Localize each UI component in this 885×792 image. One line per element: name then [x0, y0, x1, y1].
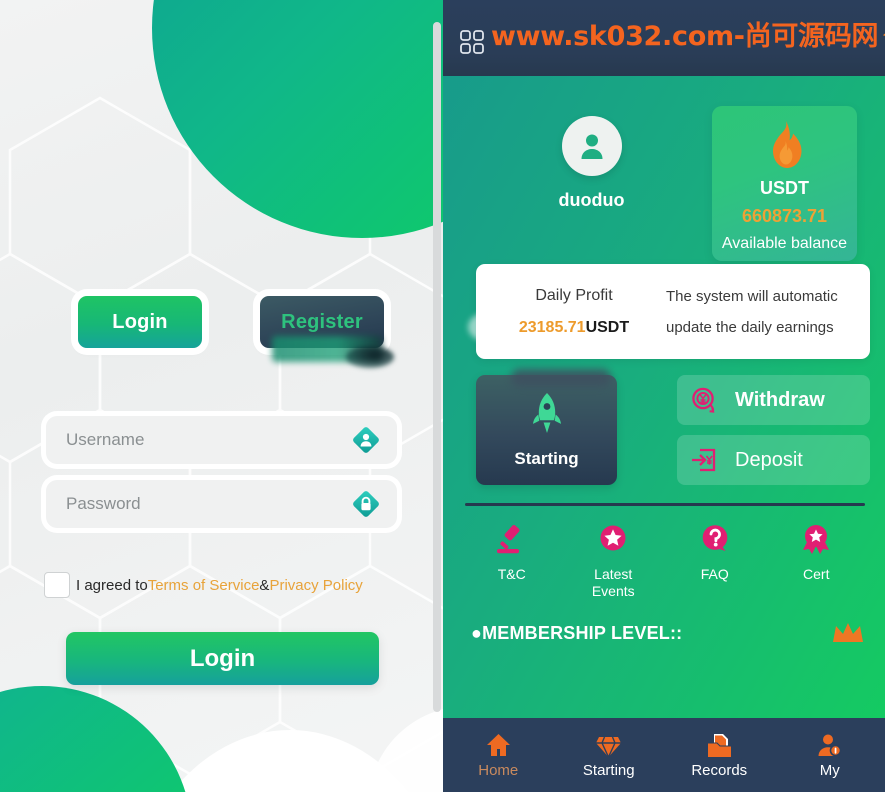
quick-links-row: T&C Latest Events FAQ Cert — [443, 506, 885, 600]
my-user-icon — [818, 734, 842, 756]
bell-icon[interactable] — [878, 19, 885, 49]
daily-profit-unit: USDT — [585, 318, 630, 336]
daily-profit-note-line2: update the daily earnings — [666, 318, 834, 336]
side-action-group: Withdraw Deposit — [677, 375, 870, 485]
nav-item-records-label: Records — [691, 761, 748, 779]
action-section: Starting Withdraw Deposit — [443, 359, 885, 485]
quick-link-tc[interactable]: T&C — [461, 522, 563, 600]
certificate-icon — [803, 525, 830, 554]
daily-profit-note-line1: The system will automatic — [666, 287, 838, 305]
terms-agreement-row: I agreed to Terms of Service & Privacy P… — [44, 572, 403, 598]
username-field-wrapper[interactable] — [46, 416, 397, 464]
user-icon — [351, 425, 381, 455]
blur-artifact-secondary — [346, 346, 394, 368]
user-avatar-icon — [581, 134, 602, 159]
username-label: duoduo — [558, 190, 625, 210]
login-submit-label: Login — [189, 644, 256, 672]
home-icon — [486, 733, 510, 756]
balance-label: Available balance — [721, 235, 848, 252]
terms-of-service-link[interactable]: Terms of Service — [148, 577, 260, 594]
rocket-icon — [527, 391, 567, 439]
username-input[interactable] — [46, 430, 397, 450]
privacy-policy-link[interactable]: Privacy Policy — [269, 577, 362, 594]
app-root: Login Register Username I agreed to Term… — [0, 0, 885, 792]
card-glow-artifact — [468, 312, 510, 342]
app-panel: www.sk032.com-尚可源码网 duoduo USDT 660873.7… — [443, 0, 885, 792]
nav-item-home-label: Home — [478, 761, 519, 779]
starting-card-button[interactable]: Starting — [476, 375, 617, 485]
left-panel-scrollbar[interactable] — [433, 22, 441, 712]
register-tab-label: Register — [281, 310, 363, 333]
records-icon — [707, 733, 731, 757]
auth-tab-group: Login Register — [0, 296, 443, 368]
quick-link-latest-events-label: Latest Events — [591, 566, 635, 599]
flame-icon — [762, 120, 808, 170]
deposit-icon — [692, 448, 716, 472]
nav-item-starting-label: Starting — [582, 761, 635, 779]
withdraw-icon — [692, 387, 715, 413]
quick-link-faq[interactable]: FAQ — [664, 522, 766, 600]
star-badge-icon — [600, 525, 626, 551]
password-input[interactable] — [46, 494, 397, 514]
avatar[interactable] — [561, 116, 622, 176]
gavel-icon — [496, 525, 520, 554]
daily-profit-title: Daily Profit — [535, 286, 613, 304]
profile-section: duoduo USDT 660873.71 Available balance — [443, 76, 885, 261]
starting-label: Starting — [514, 449, 579, 468]
lock-icon — [351, 489, 381, 519]
diamond-icon — [596, 736, 622, 757]
question-icon — [702, 525, 728, 551]
login-submit-button[interactable]: Login — [66, 632, 379, 685]
decoration-circle-top — [152, 0, 443, 238]
ampersand-separator: & — [259, 576, 270, 594]
blur-artifact-top — [511, 369, 611, 387]
nav-item-home[interactable]: Home — [443, 718, 554, 792]
bottom-navigation: Home Starting Records My — [443, 718, 885, 792]
daily-profit-note: The system will automatic update the dai… — [666, 281, 870, 343]
nav-item-my-label: My — [819, 761, 840, 779]
login-tab-label: Login — [112, 310, 168, 333]
balance-card[interactable]: USDT 660873.71 Available balance — [712, 106, 857, 261]
agree-checkbox[interactable] — [44, 572, 70, 598]
membership-title: ●MEMBERSHIP LEVEL:: — [471, 622, 683, 643]
watermark-text: www.sk032.com-尚可源码网 — [491, 20, 879, 52]
nav-item-records[interactable]: Records — [664, 718, 775, 792]
login-panel: Login Register Username I agreed to Term… — [0, 0, 443, 792]
quick-link-latest-events[interactable]: Latest Events — [563, 522, 665, 600]
daily-profit-amount: 23185.71 — [518, 318, 586, 336]
quick-link-cert-label: Cert — [803, 566, 830, 582]
balance-currency: USDT — [760, 178, 809, 198]
app-header: www.sk032.com-尚可源码网 — [443, 0, 885, 76]
register-tab[interactable]: Register — [260, 296, 394, 368]
decoration-circle-bottom — [0, 686, 192, 792]
membership-section: ●MEMBERSHIP LEVEL:: — [443, 600, 885, 646]
password-field-wrapper[interactable] — [46, 480, 397, 528]
login-form — [46, 416, 397, 544]
crown-icon — [831, 620, 865, 646]
withdraw-label: Withdraw — [735, 388, 825, 411]
quick-link-faq-label: FAQ — [700, 566, 729, 582]
user-profile[interactable]: duoduo — [471, 106, 712, 211]
agree-prefix-label: I agreed to — [76, 576, 148, 594]
daily-profit-card: Daily Profit 23185.71USDT The system wil… — [468, 264, 870, 359]
nav-item-my[interactable]: My — [775, 718, 885, 792]
nav-item-starting[interactable]: Starting — [554, 718, 665, 792]
quick-link-cert[interactable]: Cert — [766, 522, 868, 600]
deposit-label: Deposit — [735, 448, 803, 471]
deposit-button[interactable]: Deposit — [677, 435, 870, 485]
grid-icon[interactable] — [459, 29, 485, 55]
login-tab[interactable]: Login — [78, 296, 202, 348]
quick-link-tc-label: T&C — [497, 566, 526, 582]
withdraw-button[interactable]: Withdraw — [677, 375, 870, 425]
balance-amount: 660873.71 — [741, 206, 828, 226]
